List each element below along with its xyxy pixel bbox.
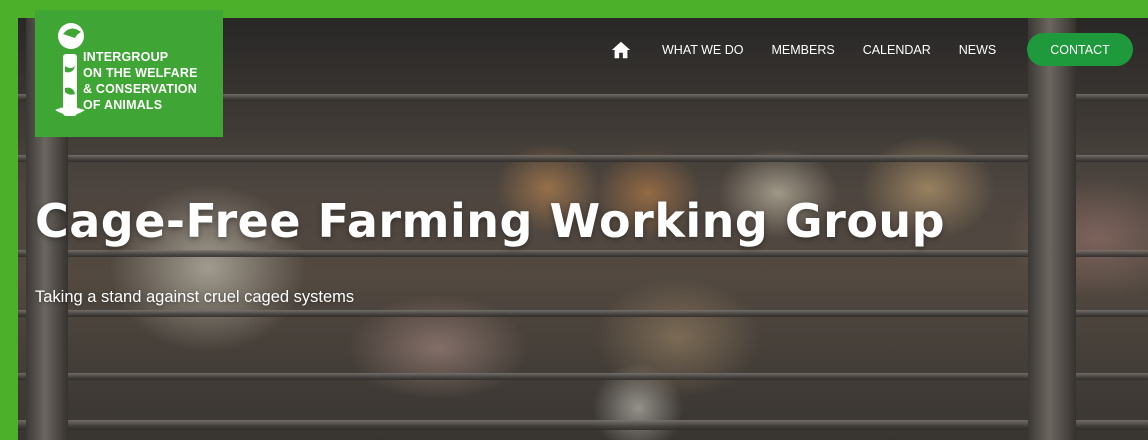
page-subtitle: Taking a stand against cruel caged syste… [35,288,355,306]
main-nav: WHAT WE DO MEMBERS CALENDAR NEWS [610,33,1024,67]
logo-line: ON THE WELFARE [83,66,198,80]
nav-item-members[interactable]: MEMBERS [771,43,834,57]
page-title: Cage-Free Farming Working Group [35,194,946,248]
cage-bar [18,373,1148,380]
logo-line: INTERGROUP [83,50,169,64]
logo-line: OF ANIMALS [83,98,163,112]
cage-bar [18,310,1148,317]
logo-line: & CONSERVATION [83,82,197,96]
site-logo[interactable]: INTERGROUP ON THE WELFARE & CONSERVATION… [35,10,223,137]
cage-bar [18,250,1148,257]
nav-item-calendar[interactable]: CALENDAR [863,43,931,57]
home-icon[interactable] [610,39,632,61]
nav-item-news[interactable]: NEWS [959,43,997,57]
logo-text: INTERGROUP ON THE WELFARE & CONSERVATION… [83,49,223,113]
cage-post [1028,18,1076,440]
cage-bar [18,155,1148,162]
cage-bar [18,420,1148,430]
contact-button[interactable]: CONTACT [1027,33,1133,66]
nav-item-what-we-do[interactable]: WHAT WE DO [662,43,743,57]
